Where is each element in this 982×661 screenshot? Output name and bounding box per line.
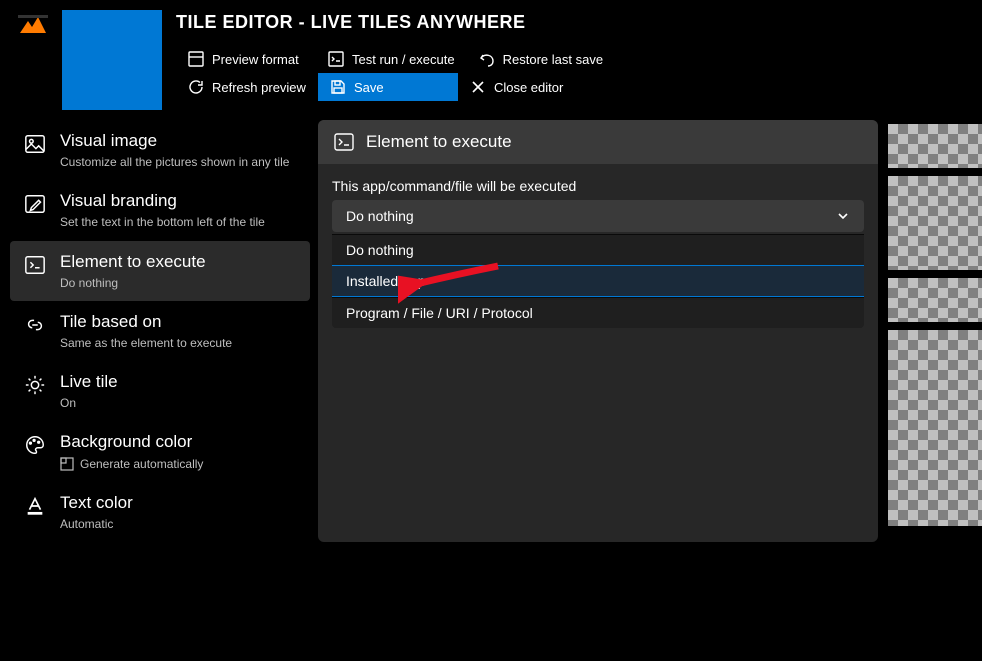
close-icon: [470, 79, 486, 95]
tile-preview-large: [888, 330, 982, 526]
undo-icon: [479, 51, 495, 67]
sidebar-item-visual-branding[interactable]: Visual branding Set the text in the bott…: [10, 180, 310, 240]
terminal-icon: [24, 254, 46, 276]
main-panel: Element to execute This app/command/file…: [318, 120, 878, 542]
dropdown-selected[interactable]: Do nothing: [332, 200, 864, 232]
layout-small-icon: [60, 457, 74, 471]
save-icon: [330, 79, 346, 95]
refresh-icon: [188, 79, 204, 95]
close-label: Close editor: [494, 80, 563, 95]
chevron-down-icon: [836, 209, 850, 223]
tile-preview-list: [888, 124, 982, 526]
sidebar-item-sublabel: On: [60, 395, 118, 411]
sidebar-item-text-color[interactable]: Text color Automatic: [10, 482, 310, 542]
tile-preview-wide-small: [888, 124, 982, 168]
dropdown-option-do-nothing[interactable]: Do nothing: [332, 234, 864, 265]
sidebar-item-label: Element to execute: [60, 251, 206, 273]
dropdown-option-installed-app[interactable]: Installed app: [332, 265, 864, 297]
terminal-icon: [334, 132, 354, 152]
test-run-button[interactable]: Test run / execute: [316, 45, 467, 73]
panel-title: Element to execute: [366, 132, 512, 152]
dropdown-list: Do nothing Installed app Program / File …: [332, 234, 864, 328]
refresh-label: Refresh preview: [212, 80, 306, 95]
sidebar-item-element-execute[interactable]: Element to execute Do nothing: [10, 241, 310, 301]
dropdown-option-program-file[interactable]: Program / File / URI / Protocol: [332, 297, 864, 328]
sidebar: Visual image Customize all the pictures …: [10, 120, 310, 542]
sidebar-item-sublabel: Customize all the pictures shown in any …: [60, 154, 289, 170]
dropdown-selected-label: Do nothing: [346, 208, 414, 224]
sidebar-item-label: Background color: [60, 431, 203, 453]
restore-button[interactable]: Restore last save: [467, 45, 615, 73]
save-button[interactable]: Save: [318, 73, 458, 101]
close-editor-button[interactable]: Close editor: [458, 73, 598, 101]
sidebar-item-live-tile[interactable]: Live tile On: [10, 361, 310, 421]
sidebar-item-sublabel: Set the text in the bottom left of the t…: [60, 214, 265, 230]
app-logo-icon: [18, 15, 48, 35]
terminal-icon: [328, 51, 344, 67]
sidebar-item-visual-image[interactable]: Visual image Customize all the pictures …: [10, 120, 310, 180]
palette-icon: [24, 434, 46, 456]
sidebar-item-background-color[interactable]: Background color Generate automatically: [10, 421, 310, 481]
picture-icon: [24, 133, 46, 155]
sidebar-item-label: Visual branding: [60, 190, 265, 212]
sidebar-item-label: Live tile: [60, 371, 118, 393]
tile-preview-square: [62, 10, 162, 110]
layout-icon: [188, 51, 204, 67]
panel-description: This app/command/file will be executed: [332, 178, 864, 194]
text-color-icon: [24, 495, 46, 517]
test-run-label: Test run / execute: [352, 52, 455, 67]
sidebar-item-sublabel: Same as the element to execute: [60, 335, 232, 351]
sidebar-item-label: Text color: [60, 492, 133, 514]
save-label: Save: [354, 80, 384, 95]
brightness-icon: [24, 374, 46, 396]
link-icon: [24, 314, 46, 336]
edit-icon: [24, 193, 46, 215]
sidebar-item-sublabel: Automatic: [60, 516, 133, 532]
sidebar-item-label: Tile based on: [60, 311, 232, 333]
refresh-button[interactable]: Refresh preview: [176, 73, 318, 101]
tile-preview-wide: [888, 278, 982, 322]
panel-header: Element to execute: [318, 120, 878, 164]
preview-format-button[interactable]: Preview format: [176, 45, 316, 73]
window-title: TILE EDITOR - LIVE TILES ANYWHERE: [176, 12, 964, 33]
sidebar-item-sublabel: Do nothing: [60, 275, 206, 291]
sidebar-item-label: Visual image: [60, 130, 289, 152]
execute-dropdown: Do nothing Do nothing Installed app Prog…: [332, 200, 864, 328]
restore-label: Restore last save: [503, 52, 603, 67]
toolbar: Preview format Test run / execute Restor…: [176, 45, 676, 101]
preview-format-label: Preview format: [212, 52, 299, 67]
sidebar-item-sublabel: Generate automatically: [60, 456, 203, 472]
tile-preview-medium: [888, 176, 982, 270]
sidebar-item-tile-based-on[interactable]: Tile based on Same as the element to exe…: [10, 301, 310, 361]
